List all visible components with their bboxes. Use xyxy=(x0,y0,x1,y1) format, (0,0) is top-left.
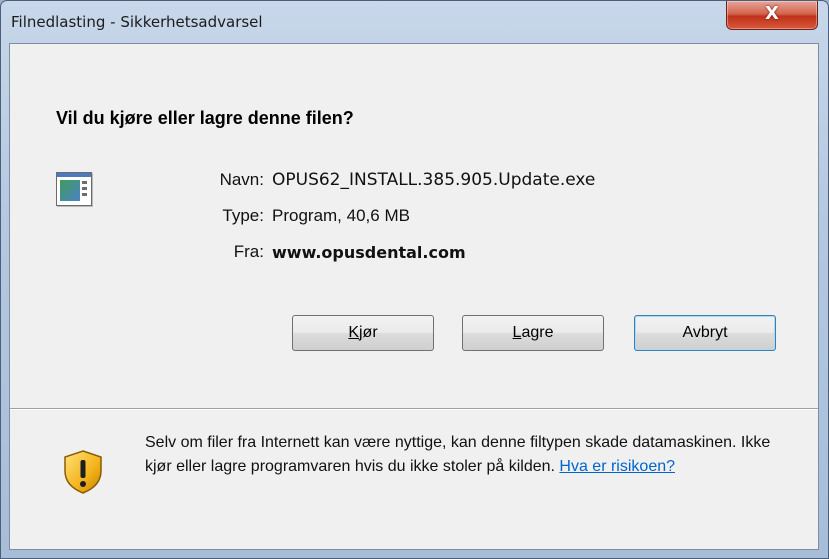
warning-text: Selv om filer fra Internett kan være nyt… xyxy=(145,434,771,475)
risk-info-link[interactable]: Hva er risikoen? xyxy=(559,458,675,475)
run-mnemonic: K xyxy=(348,324,359,341)
close-icon: X xyxy=(765,3,779,24)
save-label-rest: agre xyxy=(521,324,554,341)
file-source-value: www.opusdental.com xyxy=(272,243,466,262)
file-type-value: Program, 40,6 MB xyxy=(272,206,410,225)
dialog-question: Vil du kjøre eller lagre denne filen? xyxy=(56,108,354,128)
name-label: Navn: xyxy=(219,170,264,189)
save-button[interactable]: Lagre xyxy=(462,315,604,351)
source-label: Fra: xyxy=(233,242,264,261)
window-title: Filnedlasting - Sikkerhetsadvarsel xyxy=(11,13,263,31)
cancel-button[interactable]: Avbryt xyxy=(634,315,776,351)
run-button[interactable]: Kjør xyxy=(292,315,434,351)
close-button[interactable]: X xyxy=(726,1,818,30)
file-name-value: OPUS62_INSTALL.385.905.Update.exe xyxy=(272,170,596,190)
section-divider xyxy=(10,408,818,410)
download-dialog-window: Filnedlasting - Sikkerhetsadvarsel X Vil… xyxy=(0,0,829,559)
shield-warning-icon xyxy=(64,450,102,494)
warning-message: Selv om filer fra Internett kan være nyt… xyxy=(145,431,785,479)
type-label: Type: xyxy=(222,206,264,225)
dialog-content: Vil du kjøre eller lagre denne filen? Na… xyxy=(9,43,819,550)
program-window-icon xyxy=(56,172,92,206)
run-label-rest: jør xyxy=(359,324,378,341)
title-bar[interactable]: Filnedlasting - Sikkerhetsadvarsel X xyxy=(1,1,828,43)
